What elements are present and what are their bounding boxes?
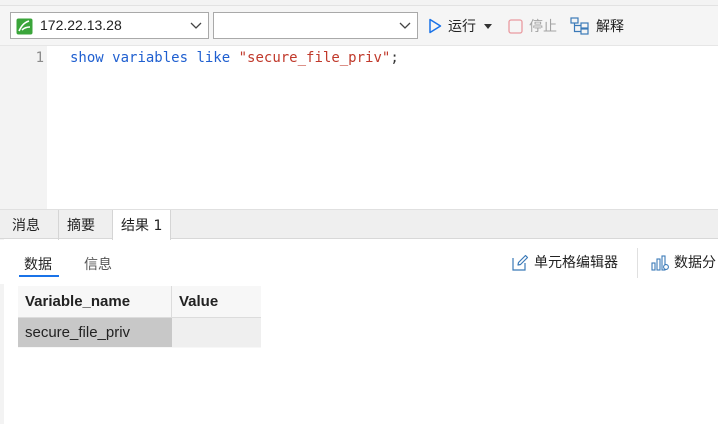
- connection-select[interactable]: 172.22.13.28: [10, 12, 209, 39]
- data-chart-icon: [651, 254, 669, 271]
- sql-editor[interactable]: 1 show variables like "secure_file_priv"…: [0, 46, 718, 209]
- column-header-value[interactable]: Value: [172, 286, 261, 318]
- edit-icon: [512, 254, 529, 271]
- code-keyword-show: show: [70, 50, 104, 66]
- tab-messages[interactable]: 消息: [4, 210, 48, 240]
- sub-tab-data[interactable]: 数据: [24, 254, 52, 274]
- connection-icon: [16, 18, 33, 35]
- result-tabs-bar: 消息 摘要 结果 1: [0, 209, 718, 241]
- toolbar-divider: [637, 248, 638, 278]
- chevron-down-icon: [190, 22, 202, 29]
- query-toolbar: 172.22.13.28 运行 停止 解释: [0, 6, 718, 46]
- code-keyword-variables: variables: [112, 50, 189, 66]
- chevron-down-icon: [399, 22, 411, 29]
- table-cell-variable-name[interactable]: secure_file_priv: [18, 318, 172, 347]
- stop-icon: [508, 18, 523, 34]
- code-keyword-like: like: [196, 50, 231, 66]
- tab-result-1[interactable]: 结果 1: [112, 210, 172, 241]
- run-dropdown-icon[interactable]: [484, 23, 492, 29]
- table-cell-value[interactable]: [172, 318, 261, 347]
- run-button[interactable]: 运行: [428, 14, 498, 38]
- line-number: 1: [35, 50, 44, 66]
- sub-tab-info[interactable]: 信息: [84, 254, 112, 274]
- data-generator-button[interactable]: 数据分: [650, 252, 716, 272]
- run-button-label: 运行: [448, 19, 476, 35]
- result-grid: Variable_name Value secure_file_priv: [18, 286, 261, 348]
- database-select[interactable]: [213, 12, 418, 39]
- line-gutter: 1: [0, 46, 47, 209]
- cell-editor-button-label: 单元格编辑器: [534, 255, 618, 271]
- explain-button[interactable]: 解释: [570, 14, 624, 38]
- stop-button-label: 停止: [529, 19, 557, 35]
- column-header-variable-name[interactable]: Variable_name: [18, 286, 172, 318]
- play-icon: [429, 18, 442, 34]
- code-semicolon: ;: [390, 50, 399, 66]
- cell-editor-button[interactable]: 单元格编辑器: [510, 252, 618, 272]
- result-sub-toolbar: 数据 信息 单元格编辑器 数据分: [0, 240, 718, 284]
- sql-code-line[interactable]: show variables like "secure_file_priv";: [70, 50, 399, 66]
- connection-select-value: 172.22.13.28: [40, 17, 122, 33]
- stop-button[interactable]: 停止: [508, 14, 557, 38]
- explain-button-label: 解释: [596, 19, 624, 35]
- active-sub-tab-indicator: [19, 275, 59, 277]
- code-string-literal: "secure_file_priv": [238, 50, 391, 66]
- data-generator-button-label: 数据分: [674, 255, 716, 271]
- tab-summary[interactable]: 摘要: [58, 210, 103, 240]
- explain-icon: [570, 17, 589, 35]
